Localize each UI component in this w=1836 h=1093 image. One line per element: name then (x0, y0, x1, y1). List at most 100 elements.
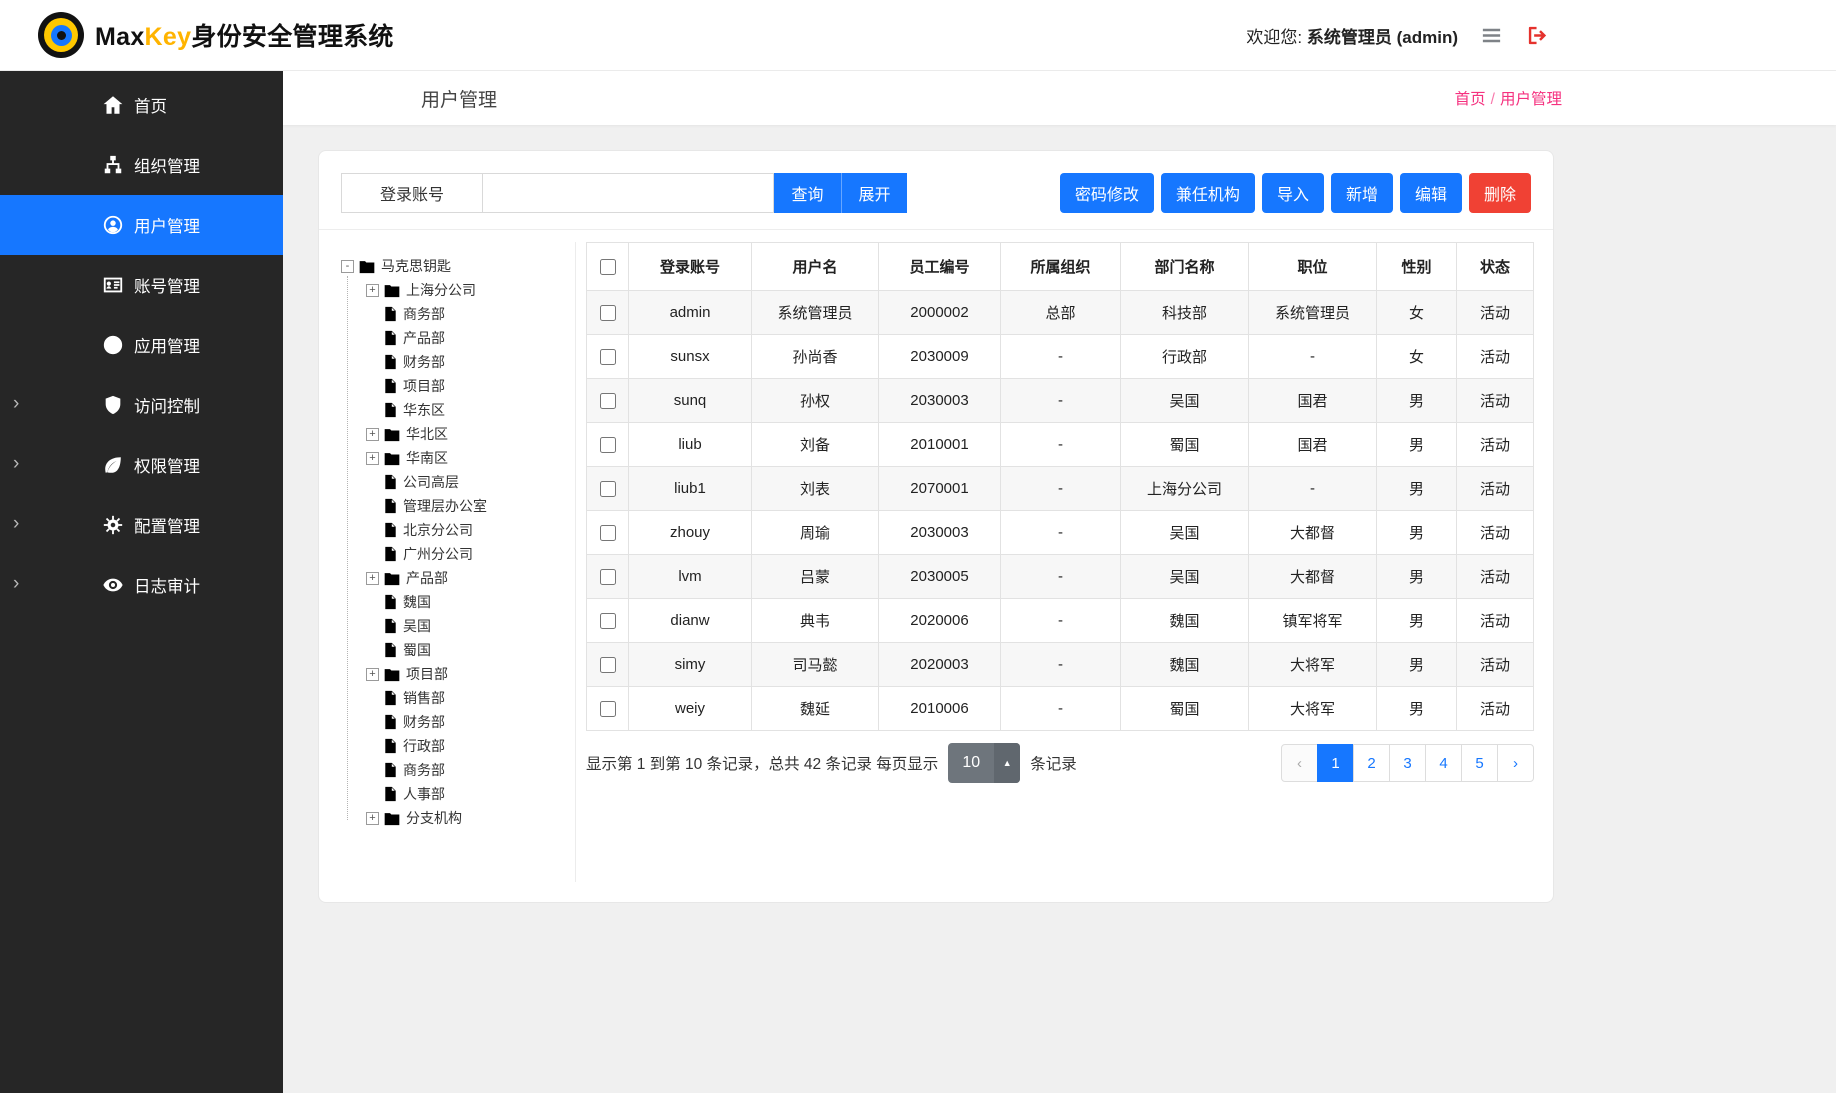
table-row[interactable]: dianw典韦2020006-魏国镇军将军男活动 (587, 599, 1534, 643)
tree-node[interactable]: 销售部 (366, 686, 575, 710)
column-header[interactable]: 登录账号 (629, 243, 752, 291)
column-header[interactable]: 用户名 (752, 243, 879, 291)
concurrent-org-button[interactable]: 兼任机构 (1161, 173, 1255, 213)
expand-toggle[interactable]: + (366, 284, 379, 297)
table-row[interactable]: sunq孙权2030003-吴国国君男活动 (587, 379, 1534, 423)
sidebar-item-access-control[interactable]: ›访问控制 (0, 375, 283, 435)
column-header[interactable]: 性别 (1377, 243, 1457, 291)
tree-node[interactable]: 蜀国 (366, 638, 575, 662)
row-checkbox[interactable] (600, 525, 616, 541)
breadcrumb-current: 用户管理 (1500, 91, 1562, 108)
add-button[interactable]: 新增 (1331, 173, 1393, 213)
column-header[interactable]: 状态 (1457, 243, 1534, 291)
sidebar-item-home[interactable]: 首页 (0, 75, 283, 135)
tree-node[interactable]: 北京分公司 (366, 518, 575, 542)
menu-toggle-icon[interactable] (1478, 23, 1504, 49)
folder-icon (384, 667, 400, 682)
tree-node[interactable]: 商务部 (366, 302, 575, 326)
tree-node[interactable]: +上海分公司 (366, 278, 575, 302)
table-row[interactable]: weiy魏延2010006-蜀国大将军男活动 (587, 687, 1534, 731)
row-checkbox[interactable] (600, 349, 616, 365)
page-3-button[interactable]: 3 (1389, 744, 1426, 782)
page-4-button[interactable]: 4 (1425, 744, 1462, 782)
table-row[interactable]: simy司马懿2020003-魏国大将军男活动 (587, 643, 1534, 687)
tree-node[interactable]: +分支机构 (366, 806, 575, 830)
delete-button[interactable]: 删除 (1469, 173, 1531, 213)
tree-node[interactable]: 吴国 (366, 614, 575, 638)
cell: 活动 (1457, 511, 1534, 555)
page-1-button[interactable]: 1 (1317, 744, 1354, 782)
row-checkbox[interactable] (600, 305, 616, 321)
edit-button[interactable]: 编辑 (1400, 173, 1462, 213)
row-checkbox[interactable] (600, 393, 616, 409)
expand-toggle[interactable]: + (366, 668, 379, 681)
column-header[interactable]: 部门名称 (1121, 243, 1249, 291)
tree-node[interactable]: +项目部 (366, 662, 575, 686)
change-password-button[interactable]: 密码修改 (1060, 173, 1154, 213)
expand-button[interactable]: 展开 (841, 173, 907, 213)
tree-node[interactable]: 行政部 (366, 734, 575, 758)
page-2-button[interactable]: 2 (1353, 744, 1390, 782)
row-checkbox[interactable] (600, 569, 616, 585)
page-size-select[interactable]: 10 ▲ (948, 743, 1020, 783)
row-checkbox[interactable] (600, 437, 616, 453)
table-row[interactable]: sunsx孙尚香2030009-行政部-女活动 (587, 335, 1534, 379)
tree-node[interactable]: 财务部 (366, 710, 575, 734)
cell: 魏国 (1121, 643, 1249, 687)
prev-page-button[interactable]: ‹ (1281, 744, 1318, 782)
row-checkbox[interactable] (600, 613, 616, 629)
row-checkbox[interactable] (600, 481, 616, 497)
table-row[interactable]: zhouy周瑜2030003-吴国大都督男活动 (587, 511, 1534, 555)
table-row[interactable]: liub刘备2010001-蜀国国君男活动 (587, 423, 1534, 467)
collapse-toggle[interactable]: - (341, 260, 354, 273)
expand-toggle[interactable]: + (366, 572, 379, 585)
column-header[interactable]: 所属组织 (1001, 243, 1121, 291)
tree-node[interactable]: 人事部 (366, 782, 575, 806)
page-5-button[interactable]: 5 (1461, 744, 1498, 782)
tree-node[interactable]: 华东区 (366, 398, 575, 422)
tree-node-label: 产品部 (405, 568, 448, 588)
sidebar-item-users[interactable]: 用户管理 (0, 195, 283, 255)
column-header[interactable]: 员工编号 (879, 243, 1001, 291)
next-page-button[interactable]: › (1497, 744, 1534, 782)
breadcrumb-home[interactable]: 首页 (1455, 91, 1486, 108)
select-all-checkbox[interactable] (600, 259, 616, 275)
tree-node[interactable]: + 产品部 (366, 566, 575, 590)
query-button[interactable]: 查询 (774, 173, 841, 213)
tree-node[interactable]: 魏国 (366, 590, 575, 614)
tree-node[interactable]: 产品部 (366, 326, 575, 350)
cell: 男 (1377, 467, 1457, 511)
tree-node[interactable]: 商务部 (366, 758, 575, 782)
tree-node[interactable]: 项目部 (366, 374, 575, 398)
sidebar-item-applications[interactable]: 应用管理 (0, 315, 283, 375)
expand-toggle[interactable]: + (366, 812, 379, 825)
cell: 镇军将军 (1249, 599, 1377, 643)
tree-node[interactable]: +华南区 (366, 446, 575, 470)
tree-node[interactable]: 公司高层 (366, 470, 575, 494)
sidebar-item-configuration[interactable]: ›配置管理 (0, 495, 283, 555)
sidebar-item-organizations[interactable]: 组织管理 (0, 135, 283, 195)
tree-root-node[interactable]: -马克思钥匙 (341, 254, 575, 278)
pagination-summary: 显示第 1 到第 10 条记录，总共 42 条记录 每页显示 (586, 752, 938, 774)
sidebar-item-audit-log[interactable]: ›日志审计 (0, 555, 283, 615)
tree-node[interactable]: 广州分公司 (366, 542, 575, 566)
expand-toggle[interactable]: + (366, 428, 379, 441)
login-account-input[interactable] (482, 174, 773, 212)
table-row[interactable]: admin系统管理员2000002总部科技部系统管理员女活动 (587, 291, 1534, 335)
expand-toggle[interactable]: + (366, 452, 379, 465)
table-row[interactable]: liub1刘表2070001-上海分公司-男活动 (587, 467, 1534, 511)
row-checkbox[interactable] (600, 701, 616, 717)
table-row[interactable]: lvm吕蒙2030005-吴国大都督男活动 (587, 555, 1534, 599)
logout-icon[interactable] (1524, 23, 1550, 49)
tree-node[interactable]: 财务部 (366, 350, 575, 374)
sitemap-icon (102, 154, 124, 176)
row-checkbox[interactable] (600, 657, 616, 673)
file-icon (384, 330, 397, 346)
sidebar-item-accounts[interactable]: 账号管理 (0, 255, 283, 315)
tree-node[interactable]: 管理层办公室 (366, 494, 575, 518)
tree-node[interactable]: +华北区 (366, 422, 575, 446)
sidebar-item-permissions[interactable]: ›权限管理 (0, 435, 283, 495)
column-header[interactable]: 职位 (1249, 243, 1377, 291)
cell: 孙权 (752, 379, 879, 423)
import-button[interactable]: 导入 (1262, 173, 1324, 213)
